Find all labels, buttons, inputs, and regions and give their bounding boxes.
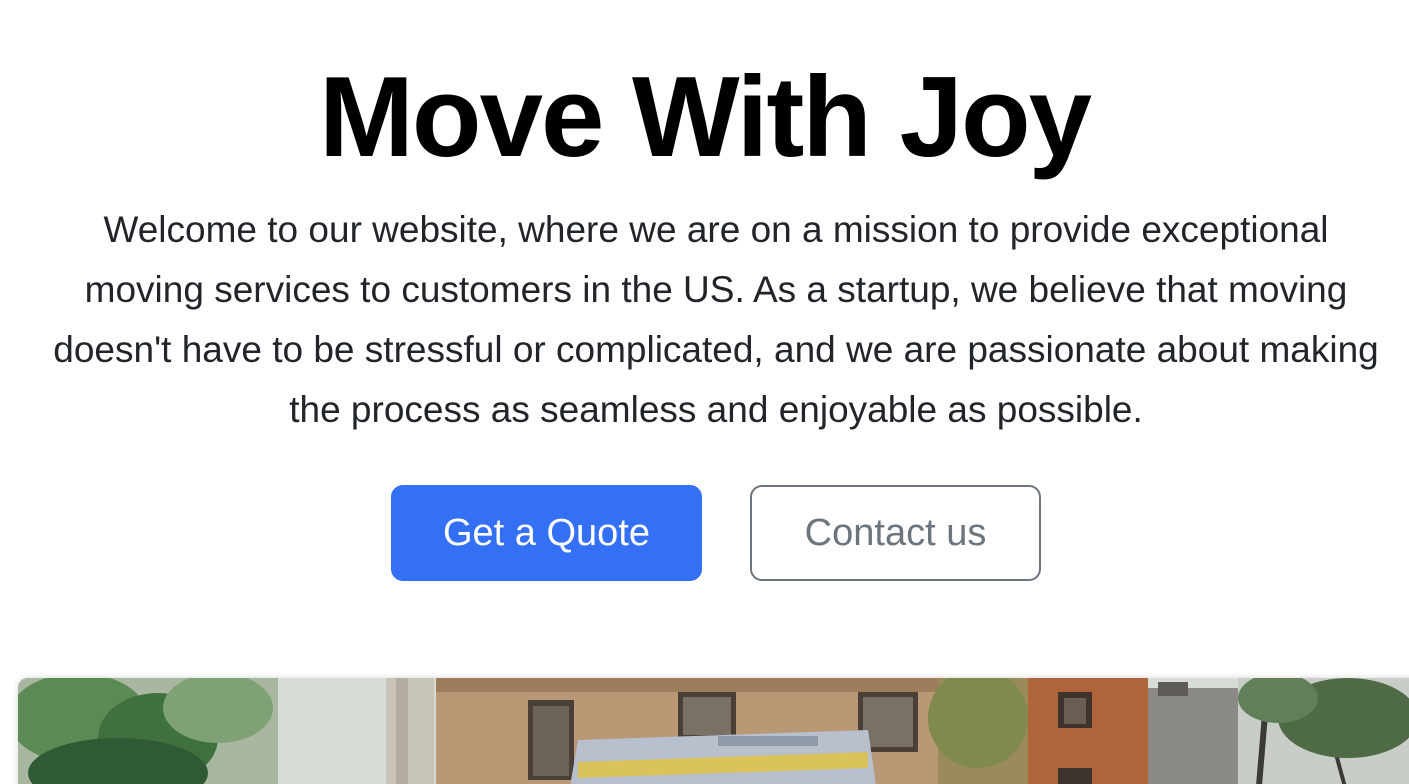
page-title: Move With Joy xyxy=(318,54,1092,181)
get-quote-button[interactable]: Get a Quote xyxy=(391,485,702,581)
hero-section: Move With Joy Welcome to our website, wh… xyxy=(0,0,1409,784)
contact-us-button[interactable]: Contact us xyxy=(750,485,1041,581)
hero-description: Welcome to our website, where we are on … xyxy=(53,209,1379,430)
hero-image xyxy=(18,678,1409,784)
